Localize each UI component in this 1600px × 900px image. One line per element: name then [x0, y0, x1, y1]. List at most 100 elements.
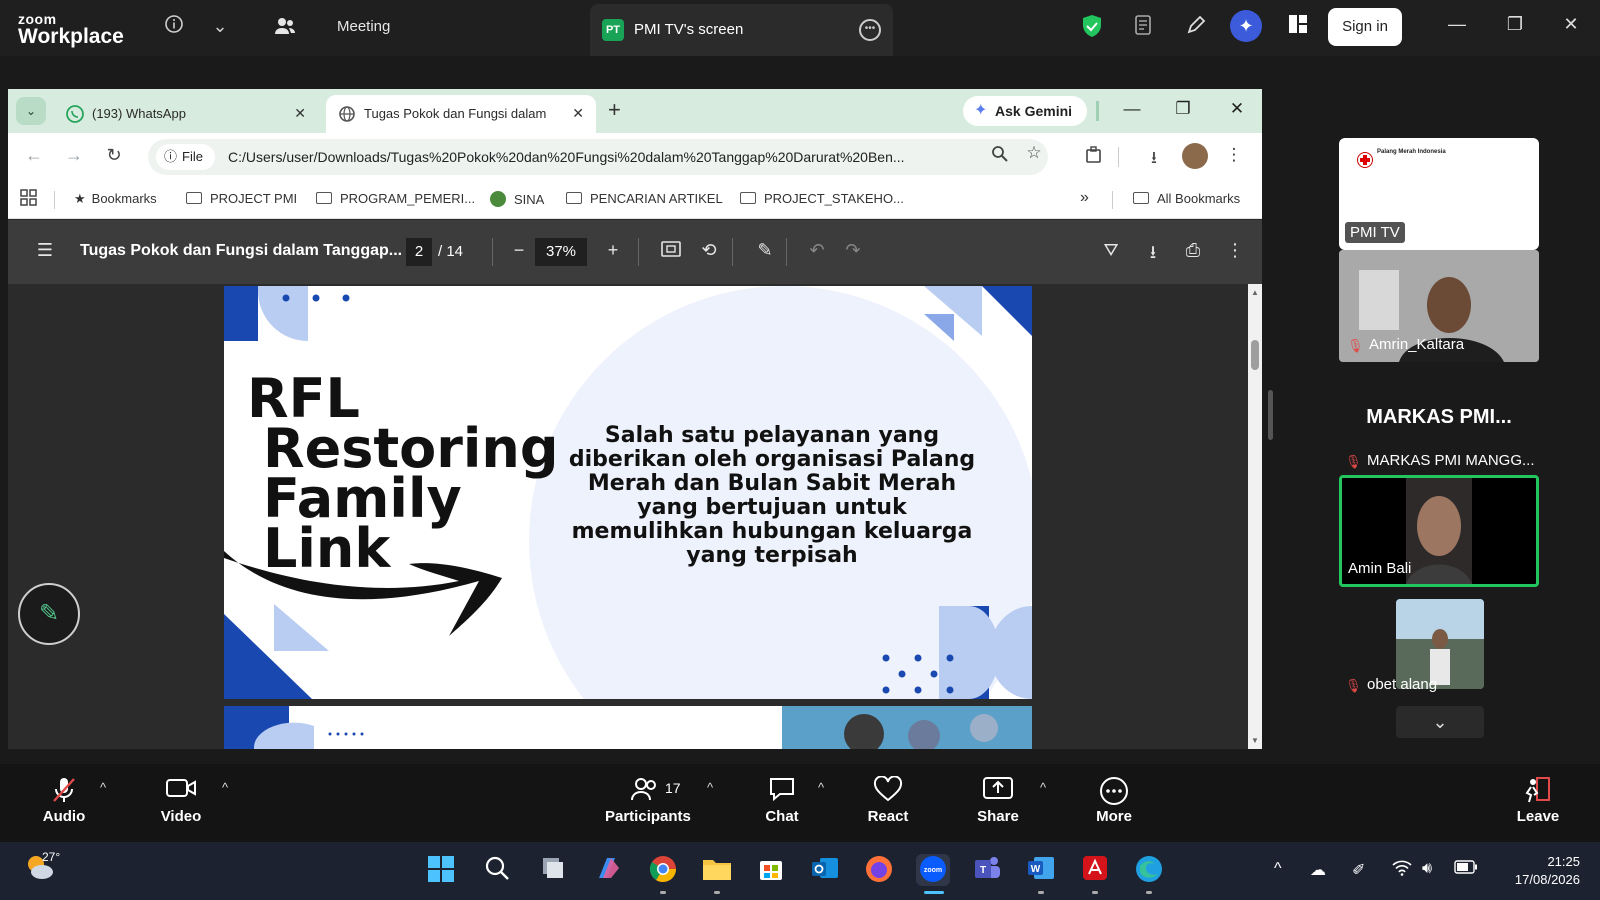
- more-button[interactable]: More: [1074, 776, 1154, 825]
- forward-icon[interactable]: →: [62, 145, 86, 166]
- video-tile-pmi-tv[interactable]: Palang Merah Indonesia PMI TV: [1339, 138, 1539, 250]
- close-tab-icon[interactable]: ✕: [294, 105, 306, 122]
- scrollbar-thumb[interactable]: [1251, 340, 1259, 370]
- copilot-app[interactable]: [591, 854, 625, 886]
- new-tab-button[interactable]: +: [608, 99, 621, 121]
- bookmark-pencarian-artikel[interactable]: PENCARIAN ARTIKEL: [566, 191, 723, 206]
- bookmark-sina[interactable]: SINA: [490, 191, 544, 207]
- system-clock[interactable]: 21:25 17/08/2026: [1490, 853, 1580, 889]
- chrome-app[interactable]: [646, 854, 680, 886]
- all-bookmarks-button[interactable]: All Bookmarks: [1133, 191, 1240, 206]
- minimize-icon[interactable]: —: [1444, 14, 1470, 35]
- chat-options-caret-icon[interactable]: ^: [818, 780, 824, 795]
- pen-menu-icon[interactable]: ✐: [1352, 860, 1365, 880]
- redo-icon[interactable]: ↷: [840, 240, 866, 261]
- hamburger-menu-icon[interactable]: ☰: [32, 240, 58, 261]
- outlook-app[interactable]: [808, 854, 842, 886]
- tab-whatsapp[interactable]: (193) WhatsApp ✕: [54, 95, 318, 133]
- video-options-caret-icon[interactable]: ^: [222, 780, 228, 795]
- chat-button[interactable]: Chat: [742, 776, 822, 825]
- address-bar[interactable]: ⓘ File C:/Users/user/Downloads/Tugas%20P…: [148, 139, 1048, 175]
- zoom-search-icon[interactable]: [988, 145, 1012, 168]
- teams-app[interactable]: T: [970, 854, 1004, 886]
- shared-screen-tab[interactable]: PT PMI TV's screen •••: [590, 4, 893, 56]
- zoom-in-icon[interactable]: +: [600, 240, 626, 261]
- ai-companion-icon[interactable]: ✦: [1230, 10, 1262, 42]
- restore-icon[interactable]: ❐: [1502, 14, 1528, 35]
- menu-dots-icon[interactable]: ⋮: [1222, 145, 1246, 165]
- draw-icon[interactable]: ✎: [752, 240, 778, 261]
- scroll-participants-down-button[interactable]: ⌄: [1396, 706, 1484, 738]
- page-number-input[interactable]: 2: [406, 238, 432, 266]
- react-button[interactable]: React: [848, 775, 928, 825]
- restore-icon[interactable]: ❐: [1169, 99, 1197, 119]
- onedrive-icon[interactable]: ☁: [1310, 860, 1326, 880]
- bookmark-star-icon[interactable]: ☆: [1022, 143, 1046, 163]
- edge-app[interactable]: [1132, 854, 1166, 886]
- sign-in-button[interactable]: Sign in: [1328, 8, 1402, 46]
- extensions-icon[interactable]: [1082, 145, 1106, 170]
- download-icon[interactable]: ⭳: [1140, 240, 1166, 270]
- annotate-pen-icon[interactable]: [1184, 14, 1208, 38]
- bookmark-project-pmi[interactable]: PROJECT PMI: [186, 191, 297, 206]
- firefox-app[interactable]: [862, 854, 896, 886]
- notes-icon[interactable]: [1132, 14, 1156, 38]
- apps-grid-icon[interactable]: [20, 189, 38, 210]
- tab-search-icon[interactable]: ⌄: [16, 97, 46, 125]
- microsoft-store-app[interactable]: [754, 854, 788, 886]
- weather-widget[interactable]: 27°: [24, 850, 60, 887]
- zoom-level-input[interactable]: 37%: [535, 238, 587, 266]
- meeting-label[interactable]: Meeting: [337, 18, 390, 35]
- share-button[interactable]: Share: [958, 776, 1038, 825]
- back-icon[interactable]: ←: [22, 145, 46, 166]
- chevron-down-icon[interactable]: ⌄: [208, 14, 232, 38]
- info-icon[interactable]: [162, 14, 186, 38]
- audio-options-caret-icon[interactable]: ^: [100, 780, 106, 795]
- participant-name-row[interactable]: 🎙 MARKAS PMI MANGG...: [1345, 452, 1535, 470]
- download-icon[interactable]: ⭳: [1142, 145, 1166, 174]
- close-icon[interactable]: ✕: [1558, 14, 1584, 35]
- profile-avatar[interactable]: [1182, 143, 1208, 169]
- annotate-pencil-button[interactable]: ✎: [18, 583, 80, 645]
- acrobat-app[interactable]: [1078, 854, 1112, 886]
- zoom-app[interactable]: zoom: [916, 854, 950, 886]
- more-options-icon[interactable]: •••: [859, 19, 881, 41]
- minimize-icon[interactable]: —: [1118, 99, 1146, 119]
- bookmark-program-pemeri[interactable]: PROGRAM_PEMERI...: [316, 191, 475, 206]
- bookmark-bookmarks[interactable]: ★ Bookmarks: [74, 191, 157, 207]
- reload-icon[interactable]: ↻: [102, 145, 126, 166]
- word-app[interactable]: W: [1024, 854, 1058, 886]
- share-options-caret-icon[interactable]: ^: [1040, 780, 1046, 795]
- pdf-scrollbar[interactable]: ▲ ▼: [1248, 284, 1262, 749]
- url-text[interactable]: C:/Users/user/Downloads/Tugas%20Pokok%20…: [228, 149, 988, 165]
- scroll-down-icon[interactable]: ▼: [1251, 736, 1259, 745]
- video-button[interactable]: Video: [141, 776, 221, 825]
- site-info-chip[interactable]: ⓘ File: [156, 144, 215, 170]
- bookmark-project-stakeho[interactable]: PROJECT_STAKEHO...: [740, 191, 904, 206]
- battery-icon[interactable]: [1454, 860, 1478, 879]
- zoom-out-icon[interactable]: −: [506, 240, 532, 261]
- task-view-button[interactable]: [536, 854, 570, 886]
- shield-check-icon[interactable]: [1080, 14, 1104, 38]
- close-tab-icon[interactable]: ✕: [572, 105, 584, 122]
- video-tile-amrin[interactable]: 🎙 Amrin_Kaltara: [1339, 250, 1539, 362]
- fit-page-icon[interactable]: [658, 240, 684, 263]
- audio-button[interactable]: Audio: [24, 776, 104, 825]
- tab-pdf[interactable]: Tugas Pokok dan Fungsi dalam ✕: [326, 95, 596, 133]
- undo-icon[interactable]: ↶: [804, 240, 830, 261]
- file-explorer-app[interactable]: [700, 854, 734, 886]
- panel-resize-handle[interactable]: [1268, 390, 1273, 440]
- print-icon[interactable]: ⎙: [1180, 240, 1206, 261]
- volume-icon[interactable]: 🔊︎: [1422, 860, 1432, 878]
- search-button[interactable]: [480, 854, 514, 886]
- wifi-icon[interactable]: [1392, 860, 1412, 881]
- ask-gemini-button[interactable]: ✦ Ask Gemini: [963, 96, 1087, 126]
- save-to-drive-icon[interactable]: ⛛: [1098, 240, 1124, 261]
- start-button[interactable]: [424, 854, 458, 886]
- participants-options-caret-icon[interactable]: ^: [707, 780, 713, 795]
- close-icon[interactable]: ✕: [1223, 99, 1251, 119]
- pdf-more-icon[interactable]: ⋮: [1222, 240, 1248, 261]
- more-bookmarks-icon[interactable]: »: [1080, 189, 1089, 207]
- video-tile-amin-bali[interactable]: Amin Bali: [1339, 475, 1539, 587]
- show-hidden-icons[interactable]: ^: [1274, 860, 1282, 878]
